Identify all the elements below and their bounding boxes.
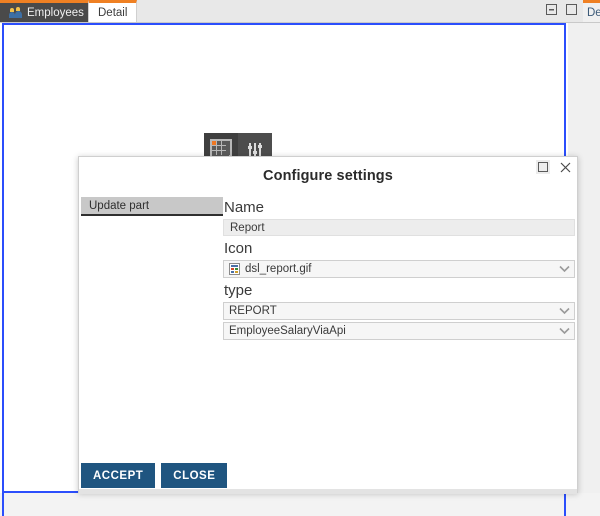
- dialog-footer-rule: [79, 489, 577, 494]
- tab-detail-label: Detail: [98, 6, 128, 19]
- configure-settings-dialog: Configure settings Update part Name Repo…: [78, 156, 578, 494]
- icon-select-value: dsl_report.gif: [245, 263, 312, 275]
- accept-button[interactable]: ACCEPT: [81, 463, 156, 488]
- type-select-value: REPORT: [229, 305, 277, 317]
- datasource-select-value: EmployeeSalaryViaApi: [229, 325, 346, 337]
- maximize-icon[interactable]: [536, 160, 550, 174]
- users-icon: [9, 7, 22, 18]
- tabstrip: Employees Detail De: [0, 0, 600, 23]
- icon-field-label: Icon: [224, 240, 253, 257]
- icon-select[interactable]: dsl_report.gif: [223, 260, 575, 278]
- canvas-border-right-bottom: [564, 493, 566, 516]
- datasource-select[interactable]: EmployeeSalaryViaApi: [223, 322, 575, 340]
- report-file-icon: [229, 263, 240, 275]
- tab-detail-clipped[interactable]: De: [583, 0, 600, 22]
- minimize-icon[interactable]: [545, 3, 558, 16]
- close-icon[interactable]: [558, 160, 572, 174]
- tab-detail[interactable]: Detail: [88, 0, 138, 22]
- close-button[interactable]: CLOSE: [161, 463, 228, 488]
- dialog-title: Configure settings: [263, 168, 393, 184]
- canvas-bottom-gutter: [0, 493, 600, 516]
- chevron-down-icon: [559, 307, 570, 315]
- dialog-body: Update part Name Report Icon dsl_report.…: [79, 195, 577, 494]
- type-select[interactable]: REPORT: [223, 302, 575, 320]
- tab-employees[interactable]: Employees: [0, 0, 93, 22]
- maximize-icon[interactable]: [565, 3, 578, 16]
- name-input-value: Report: [230, 221, 265, 234]
- canvas-border-left-bottom: [2, 493, 4, 516]
- type-field-label: type: [224, 282, 253, 299]
- sidebar-item-update-part[interactable]: Update part: [81, 197, 223, 216]
- dialog-form: Name Report Icon dsl_report.gif type REP…: [223, 195, 575, 342]
- chevron-down-icon: [559, 327, 570, 335]
- dialog-window-controls: [536, 160, 572, 174]
- name-field-label: Name: [224, 199, 265, 216]
- dialog-titlebar: Configure settings: [79, 157, 577, 195]
- tab-detail-clipped-label: De: [587, 6, 600, 19]
- sidebar-item-label: Update part: [89, 200, 150, 212]
- chevron-down-icon: [559, 265, 570, 273]
- name-input[interactable]: Report: [223, 219, 575, 236]
- tab-employees-label: Employees: [27, 6, 84, 19]
- dialog-footer: ACCEPT CLOSE: [81, 463, 228, 488]
- dialog-sidebar: Update part: [81, 197, 223, 216]
- window-controls: [545, 3, 578, 16]
